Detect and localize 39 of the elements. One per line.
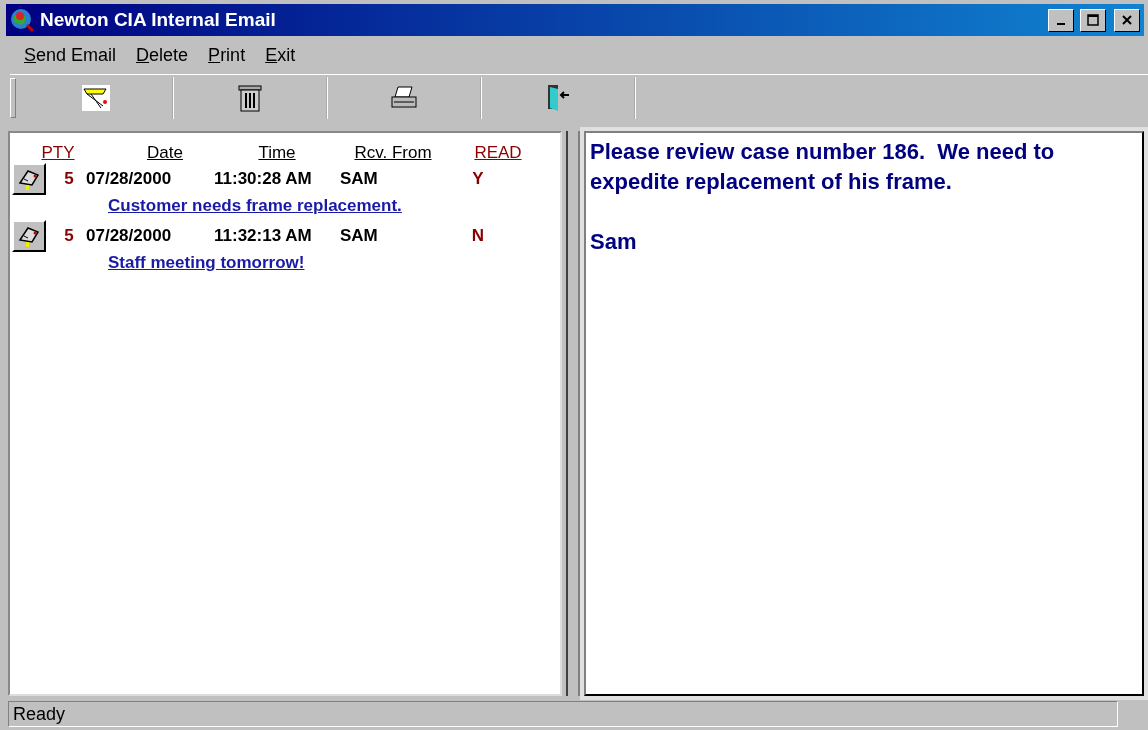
menu-item[interactable]: Send Email: [24, 44, 117, 66]
menu-item[interactable]: Delete: [136, 44, 189, 66]
column-header[interactable]: READ: [474, 143, 522, 163]
printer-icon: [389, 85, 419, 111]
minimize-icon: [1057, 23, 1065, 25]
priority-value: 5: [64, 169, 74, 189]
time-value: 11:32:13 AM: [214, 226, 313, 246]
sender-value: SAM: [340, 169, 379, 189]
column-header[interactable]: Time: [258, 143, 296, 163]
open-message-button[interactable]: [12, 163, 46, 195]
close-button[interactable]: [1114, 8, 1140, 32]
status-text: Ready: [8, 701, 1118, 727]
sender-value: SAM: [340, 226, 379, 246]
subject-link[interactable]: Customer needs frame replacement.: [108, 196, 402, 216]
priority-value: 5: [64, 226, 74, 246]
globe-icon: [10, 8, 34, 32]
maximize-button[interactable]: [1080, 8, 1106, 32]
maximize-icon: [1087, 14, 1099, 26]
column-header[interactable]: Rcv. From: [354, 143, 432, 163]
open-message-button[interactable]: [12, 220, 46, 252]
menu-item[interactable]: Exit: [265, 44, 296, 66]
read-status-text: Y: [472, 169, 484, 189]
envelope-pen-icon: [81, 84, 111, 112]
menu-item[interactable]: Print: [208, 44, 246, 66]
door-exit-icon: [545, 83, 571, 113]
date-value: 07/28/2000: [86, 169, 173, 189]
minimize-button[interactable]: [1048, 8, 1074, 32]
date-value: 07/28/2000: [86, 226, 173, 246]
pane-splitter[interactable]: [566, 131, 580, 696]
message-text: Sam: [590, 228, 638, 256]
close-icon: [1121, 14, 1133, 26]
column-header[interactable]: PTY: [41, 143, 75, 163]
time-value: 11:30:28 AM: [214, 169, 313, 189]
subject-link[interactable]: Staff meeting tomorrow!: [108, 253, 305, 273]
column-header[interactable]: Date: [147, 143, 183, 163]
trash-can-icon: [237, 83, 263, 113]
message-text: Please review case number 186. We need to expedite replacement of his frame.: [590, 138, 1056, 196]
read-status-text: N: [471, 226, 485, 246]
window-title: Newton CIA Internal Email: [40, 9, 277, 31]
